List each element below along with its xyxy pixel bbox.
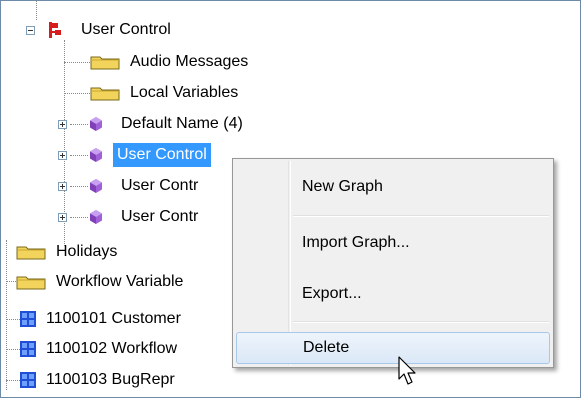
tree-node-label: Holidays bbox=[56, 243, 118, 260]
tree-node-label: User Control bbox=[81, 21, 171, 38]
tree-node-label: Local Variables bbox=[130, 84, 239, 101]
tree-node-1100103[interactable]: 1100103 BugRepr bbox=[20, 366, 179, 394]
folder-icon bbox=[16, 274, 46, 290]
tree-node-label: User Contr bbox=[121, 177, 199, 194]
grid-icon bbox=[20, 311, 36, 327]
tree-node-label: 1100102 Workflow bbox=[46, 340, 178, 357]
tree-node-1100101[interactable]: 1100101 Customer bbox=[20, 305, 185, 333]
folder-icon bbox=[16, 244, 46, 260]
folder-icon bbox=[90, 54, 120, 70]
tree-node-label: Workflow Variable bbox=[56, 273, 184, 290]
tree-node-user-control-3[interactable]: User Contr bbox=[58, 203, 202, 231]
menu-item-import-graph[interactable]: Import Graph... bbox=[236, 227, 550, 259]
tree-node-label: Default Name (4) bbox=[121, 115, 243, 132]
tree-node-label: User Contr bbox=[121, 208, 199, 225]
tree-line bbox=[6, 281, 16, 282]
tree-node-holidays[interactable]: Holidays bbox=[16, 238, 121, 266]
tree-node-label: Audio Messages bbox=[130, 53, 249, 70]
menu-item-label: Import Graph... bbox=[302, 234, 410, 251]
grid-icon bbox=[20, 341, 36, 357]
cube-icon bbox=[89, 147, 103, 163]
tree-node-label: 1100101 Customer bbox=[46, 310, 181, 327]
collapse-icon[interactable] bbox=[26, 25, 35, 35]
menu-item-new-graph[interactable]: New Graph bbox=[236, 171, 550, 203]
cube-icon bbox=[89, 209, 103, 225]
tree-node-user-control-selected[interactable]: User Control bbox=[58, 141, 211, 169]
menu-separator bbox=[293, 321, 549, 323]
tree-node-local-variables[interactable]: Local Variables bbox=[90, 79, 242, 107]
tree-line bbox=[6, 240, 7, 390]
tree-line bbox=[64, 62, 90, 63]
tree-node-1100102[interactable]: 1100102 Workflow bbox=[20, 335, 181, 363]
tree-node-label: User Control bbox=[113, 143, 211, 167]
menu-item-label: New Graph bbox=[302, 178, 383, 195]
cube-icon bbox=[89, 178, 103, 194]
expand-icon[interactable] bbox=[58, 181, 67, 191]
tree-node-label: 1100103 BugRepr bbox=[46, 371, 175, 388]
tree-line bbox=[64, 93, 90, 94]
tree-line bbox=[6, 380, 20, 381]
expand-icon[interactable] bbox=[58, 212, 67, 222]
expand-icon[interactable] bbox=[58, 150, 67, 160]
tree-node-user-control-root[interactable]: User Control bbox=[26, 16, 175, 44]
tree-node-default-name[interactable]: Default Name (4) bbox=[58, 110, 247, 138]
grid-icon bbox=[20, 372, 36, 388]
expand-icon[interactable] bbox=[58, 119, 67, 129]
flow-icon bbox=[47, 21, 63, 39]
tree-node-audio-messages[interactable]: Audio Messages bbox=[90, 48, 252, 76]
cube-icon bbox=[89, 116, 103, 132]
menu-separator bbox=[293, 215, 549, 217]
context-menu: New Graph Import Graph... Export... Dele… bbox=[232, 158, 554, 368]
menu-item-export[interactable]: Export... bbox=[236, 278, 550, 310]
menu-item-delete[interactable]: Delete bbox=[236, 332, 550, 364]
mouse-pointer-icon bbox=[398, 356, 420, 388]
tree-node-workflow-variables[interactable]: Workflow Variable bbox=[16, 268, 187, 296]
menu-item-label: Export... bbox=[302, 285, 362, 302]
menu-item-label: Delete bbox=[303, 339, 350, 356]
tree-line bbox=[6, 319, 20, 320]
folder-icon bbox=[90, 85, 120, 101]
tree-node-user-control-2[interactable]: User Contr bbox=[58, 172, 202, 200]
tree-line bbox=[6, 349, 20, 350]
